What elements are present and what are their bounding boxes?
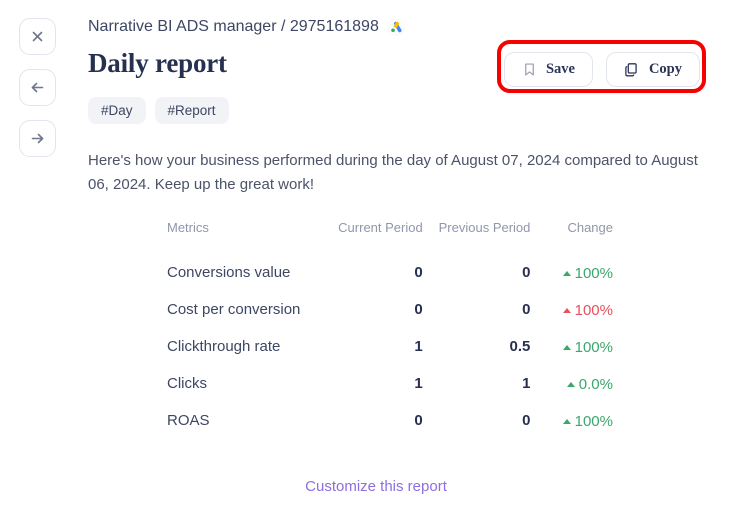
- current-value: 1: [414, 338, 423, 355]
- arrow-right-icon: [29, 131, 46, 146]
- metric-name: Clickthrough rate: [167, 338, 281, 355]
- table-row: Clickthrough rate 1 0.5 100%: [167, 328, 613, 365]
- report-summary: Here's how your business performed durin…: [88, 152, 698, 193]
- table-row: Conversions value 0 0 100%: [167, 254, 613, 291]
- close-icon: [30, 29, 45, 44]
- copy-icon: [624, 62, 640, 78]
- bookmark-icon: [522, 62, 537, 77]
- breadcrumb: Narrative BI ADS manager / 2975161898: [88, 18, 732, 36]
- previous-value: 0: [522, 264, 531, 281]
- change-value: 100%: [530, 328, 613, 365]
- save-button[interactable]: Save: [503, 52, 593, 87]
- current-value: 0: [414, 264, 423, 281]
- back-button[interactable]: [19, 69, 56, 106]
- trend-up-icon: [566, 382, 575, 387]
- change-value: 0.0%: [530, 365, 613, 402]
- table-row: Clicks 1 1 0.0%: [167, 365, 613, 402]
- column-header-metrics: Metrics: [167, 220, 209, 235]
- previous-value: 0: [522, 301, 531, 318]
- forward-button[interactable]: [19, 120, 56, 157]
- copy-label: Copy: [648, 61, 682, 77]
- current-value: 1: [414, 375, 423, 392]
- previous-value: 0: [522, 412, 531, 429]
- report-actions: Save Copy: [503, 52, 700, 87]
- tag-day[interactable]: #Day: [88, 97, 146, 124]
- trend-up-icon: [562, 419, 571, 424]
- change-value: 100%: [530, 254, 613, 291]
- table-row: ROAS 0 0 100%: [167, 402, 613, 439]
- metric-name: Cost per conversion: [167, 301, 301, 318]
- trend-up-icon: [562, 345, 571, 350]
- metrics-table: Metrics Current Period Previous Period C…: [167, 220, 613, 439]
- change-value: 100%: [530, 291, 613, 328]
- metric-name: Conversions value: [167, 264, 291, 281]
- breadcrumb-label: Narrative BI ADS manager / 2975161898: [88, 18, 379, 35]
- metric-name: Clicks: [167, 375, 207, 392]
- column-header-change: Change: [567, 220, 613, 235]
- metric-name: ROAS: [167, 412, 210, 429]
- column-header-previous-period: Previous Period: [438, 220, 531, 235]
- table-header-row: Metrics Current Period Previous Period C…: [167, 220, 613, 254]
- current-value: 0: [414, 301, 423, 318]
- arrow-left-icon: [29, 80, 46, 95]
- previous-value: 1: [522, 375, 531, 392]
- trend-up-icon: [562, 308, 571, 313]
- current-value: 0: [414, 412, 423, 429]
- column-header-current-period: Current Period: [338, 220, 423, 235]
- change-value: 100%: [530, 402, 613, 439]
- report-content: Narrative BI ADS manager / 2975161898 Da…: [88, 18, 732, 212]
- tag-report[interactable]: #Report: [154, 97, 229, 124]
- table-row: Cost per conversion 0 0 100%: [167, 291, 613, 328]
- save-label: Save: [545, 61, 575, 77]
- trend-up-icon: [562, 271, 571, 276]
- navigation-rail: [19, 18, 57, 157]
- copy-button[interactable]: Copy: [605, 52, 700, 87]
- close-button[interactable]: [19, 18, 56, 55]
- previous-value: 0.5: [509, 338, 531, 355]
- tag-list: #Day #Report: [88, 97, 732, 124]
- google-ads-icon: [387, 18, 405, 36]
- customize-report-link[interactable]: Customize this report: [0, 478, 752, 495]
